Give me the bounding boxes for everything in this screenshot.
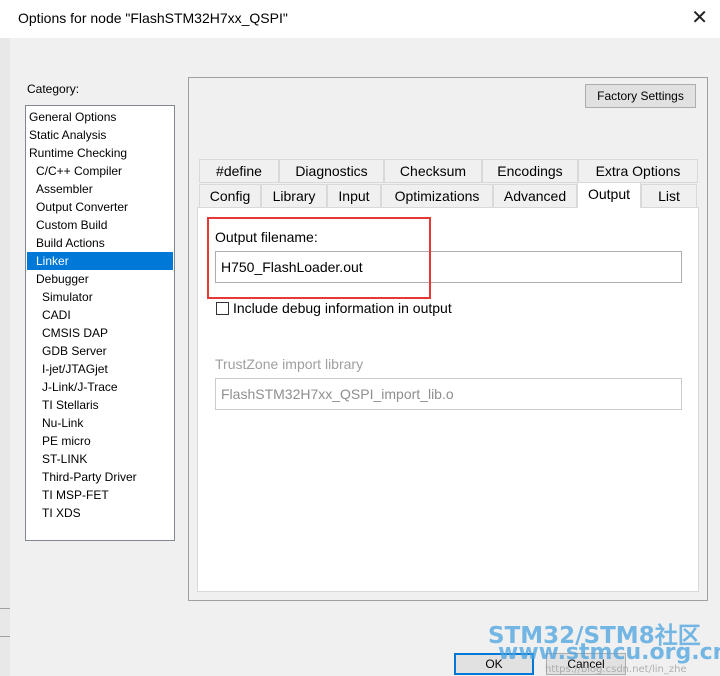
category-item[interactable]: Static Analysis [27, 126, 173, 144]
include-debug-label[interactable]: Include debug information in output [233, 300, 452, 316]
category-item[interactable]: J-Link/J-Trace [27, 378, 173, 396]
factory-settings-button[interactable]: Factory Settings [585, 84, 696, 108]
background-window-edge [0, 38, 10, 676]
window-title: Options for node "FlashSTM32H7xx_QSPI" [18, 10, 288, 26]
category-item-label: General Options [29, 110, 117, 124]
category-item[interactable]: TI Stellaris [27, 396, 173, 414]
category-item-label: Linker [36, 254, 69, 268]
watermark-blog: https://blog.csdn.net/lin_zhe [545, 664, 687, 675]
category-item[interactable]: Debugger [27, 270, 173, 288]
category-item-label: TI Stellaris [42, 398, 99, 412]
category-item-label: Output Converter [36, 200, 129, 214]
title-bar: Options for node "FlashSTM32H7xx_QSPI" ✕ [0, 0, 720, 38]
category-item-label: Third-Party Driver [42, 470, 137, 484]
highlight-box [207, 217, 431, 299]
trustzone-label: TrustZone import library [215, 356, 364, 372]
category-item-label: Static Analysis [29, 128, 107, 142]
category-item-label: J-Link/J-Trace [42, 380, 118, 394]
category-item[interactable]: Output Converter [27, 198, 173, 216]
category-item[interactable]: Linker [27, 252, 173, 270]
category-item-label: Runtime Checking [29, 146, 128, 160]
tab-diagnostics[interactable]: Diagnostics [279, 159, 384, 183]
tab-checksum[interactable]: Checksum [384, 159, 482, 183]
category-item-label: Simulator [42, 290, 93, 304]
category-item[interactable]: TI XDS [27, 504, 173, 522]
category-item-label: C/C++ Compiler [36, 164, 123, 178]
tab-input[interactable]: Input [327, 184, 381, 208]
include-debug-checkbox[interactable] [216, 302, 229, 315]
category-item[interactable]: GDB Server [27, 342, 173, 360]
category-item-label: ST-LINK [42, 452, 88, 466]
trustzone-input: FlashSTM32H7xx_QSPI_import_lib.o [215, 378, 682, 410]
category-item-label: TI MSP-FET [42, 488, 109, 502]
category-item-label: CADI [42, 308, 71, 322]
category-item[interactable]: PE micro [27, 432, 173, 450]
category-item-label: Build Actions [36, 236, 105, 250]
category-item-label: I-jet/JTAGjet [42, 362, 108, 376]
tab-define[interactable]: #define [199, 159, 279, 183]
tab-list[interactable]: List [641, 184, 697, 208]
category-item[interactable]: ST-LINK [27, 450, 173, 468]
category-item[interactable]: C/C++ Compiler [27, 162, 173, 180]
category-item[interactable]: Custom Build [27, 216, 173, 234]
category-item[interactable]: Runtime Checking [27, 144, 173, 162]
category-item-label: Nu-Link [42, 416, 84, 430]
category-item[interactable]: General Options [27, 108, 173, 126]
category-item-label: Custom Build [36, 218, 108, 232]
tab-config[interactable]: Config [199, 184, 261, 208]
category-item[interactable]: CADI [27, 306, 173, 324]
watermark-url: www.stmcu.org.cn [498, 640, 720, 665]
tab-library[interactable]: Library [261, 184, 327, 208]
category-item-label: PE micro [42, 434, 91, 448]
close-icon[interactable]: ✕ [691, 6, 708, 30]
tab-output[interactable]: Output [577, 182, 641, 208]
category-item[interactable]: Assembler [27, 180, 173, 198]
category-item[interactable]: I-jet/JTAGjet [27, 360, 173, 378]
tab-optimizations[interactable]: Optimizations [381, 184, 493, 208]
category-item[interactable]: Third-Party Driver [27, 468, 173, 486]
category-item-label: CMSIS DAP [42, 326, 109, 340]
tab-encodings[interactable]: Encodings [482, 159, 578, 183]
category-item[interactable]: Simulator [27, 288, 173, 306]
category-item[interactable]: TI MSP-FET [27, 486, 173, 504]
category-item-label: TI XDS [42, 506, 81, 520]
category-item-label: GDB Server [42, 344, 107, 358]
category-list[interactable]: General Options Static Analysis Runtime Ch… [25, 105, 175, 541]
category-item-label: Debugger [36, 272, 89, 286]
category-item[interactable]: Nu-Link [27, 414, 173, 432]
category-item[interactable]: CMSIS DAP [27, 324, 173, 342]
category-label: Category: [27, 82, 80, 96]
tab-advanced[interactable]: Advanced [493, 184, 577, 208]
category-item-label: Assembler [36, 182, 93, 196]
tab-extra-options[interactable]: Extra Options [578, 159, 698, 183]
category-item[interactable]: Build Actions [27, 234, 173, 252]
